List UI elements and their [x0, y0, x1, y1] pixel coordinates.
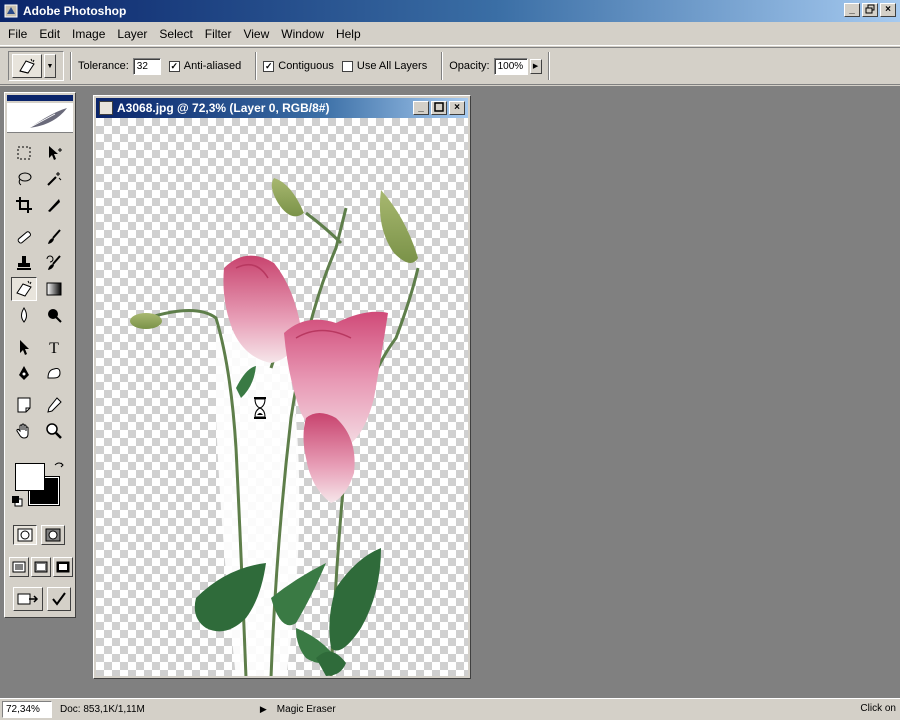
checkmark-icon [52, 592, 66, 606]
divider [441, 52, 444, 80]
custom-shape-tool-icon[interactable] [41, 361, 67, 385]
anti-aliased-label: Anti-aliased [183, 60, 242, 72]
image-canvas[interactable] [96, 118, 468, 676]
divider [547, 52, 550, 80]
document-title-bar[interactable]: A3068.jpg @ 72,3% (Layer 0, RGB/8#) _ × [96, 98, 468, 118]
status-menu-arrow-icon[interactable]: ▶ [260, 704, 267, 715]
tool-preset-picker[interactable]: ▼ [8, 51, 64, 81]
quick-mask-icon [45, 528, 61, 542]
history-brush-tool-icon[interactable] [41, 251, 67, 275]
zoom-tool-icon[interactable] [41, 419, 67, 443]
gradient-tool-icon[interactable] [41, 277, 67, 301]
magic-eraser-preset-icon[interactable] [12, 54, 42, 78]
healing-brush-tool-icon[interactable] [11, 225, 37, 249]
full-screen-mode-button[interactable] [53, 557, 73, 577]
menu-edit[interactable]: Edit [33, 27, 66, 41]
menu-help[interactable]: Help [330, 27, 367, 41]
clone-stamp-tool-icon[interactable] [11, 251, 37, 275]
foreground-color-swatch[interactable] [15, 463, 45, 491]
check-icon-button[interactable] [47, 587, 71, 611]
document-title: A3068.jpg @ 72,3% (Layer 0, RGB/8#) [117, 101, 330, 115]
document-window: A3068.jpg @ 72,3% (Layer 0, RGB/8#) _ × [93, 95, 471, 679]
path-selection-tool-icon[interactable] [11, 335, 37, 359]
maximize-icon [434, 102, 444, 112]
slice-tool-icon[interactable] [41, 193, 67, 217]
notes-tool-icon[interactable] [11, 393, 37, 417]
doc-close-button[interactable]: × [449, 101, 465, 115]
crop-tool-icon[interactable] [11, 193, 37, 217]
document-icon [99, 101, 113, 115]
brush-tool-icon[interactable] [41, 225, 67, 249]
magic-eraser-tool-icon[interactable] [11, 277, 37, 301]
hourglass-cursor-icon [252, 396, 268, 423]
use-all-layers-checkbox[interactable]: Use All Layers [341, 60, 428, 72]
document-size-info: Doc: 853,1K/1,11M [60, 704, 145, 715]
screen-mode-icon [12, 561, 26, 573]
move-tool-icon[interactable] [41, 141, 67, 165]
type-tool-icon[interactable]: T [41, 335, 67, 359]
app-title-bar: Adobe Photoshop _ × [0, 0, 900, 22]
current-tool-name: Magic Eraser [276, 704, 336, 715]
default-colors-icon[interactable] [11, 495, 23, 510]
opacity-label: Opacity: [449, 60, 490, 72]
tolerance-input[interactable]: 32 [132, 57, 161, 75]
contiguous-label: Contiguous [278, 60, 334, 72]
doc-minimize-button[interactable]: _ [413, 101, 429, 115]
divider [70, 52, 72, 80]
toolbox-header[interactable] [7, 95, 73, 101]
menu-filter[interactable]: Filter [199, 27, 238, 41]
swap-colors-icon[interactable] [53, 461, 65, 476]
opacity-slider-button[interactable]: ▶ [529, 58, 542, 74]
opacity-input[interactable]: 100% [493, 57, 528, 75]
minimize-button[interactable]: _ [844, 3, 860, 17]
jump-to-imageready-button[interactable] [13, 587, 43, 611]
eyedropper-tool-icon[interactable] [41, 393, 67, 417]
pen-tool-icon[interactable] [11, 361, 37, 385]
magic-wand-tool-icon[interactable] [41, 167, 67, 191]
divider [255, 52, 258, 80]
imageready-icon [17, 593, 39, 605]
status-hint: Click on [860, 703, 896, 714]
menu-layer[interactable]: Layer [111, 27, 153, 41]
zoom-level-input[interactable]: 72,34% [2, 701, 52, 718]
screen-mode-icon [56, 561, 70, 573]
standard-mode-icon [17, 528, 33, 542]
contiguous-check-icon[interactable]: ✓ [263, 60, 275, 72]
use-all-layers-label: Use All Layers [356, 60, 428, 72]
use-all-layers-check-icon[interactable] [341, 60, 353, 72]
restore-button[interactable] [862, 3, 878, 17]
full-screen-menu-mode-button[interactable] [31, 557, 51, 577]
standard-screen-mode-button[interactable] [9, 557, 29, 577]
menu-file[interactable]: File [2, 27, 33, 41]
photoshop-app-icon [3, 3, 19, 19]
menu-view[interactable]: View [237, 27, 275, 41]
doc-maximize-button[interactable] [431, 101, 447, 115]
restore-icon [865, 4, 875, 14]
preset-dropdown-arrow[interactable]: ▼ [44, 54, 56, 78]
marquee-tool-icon[interactable] [11, 141, 37, 165]
dodge-tool-icon[interactable] [41, 303, 67, 327]
standard-mode-button[interactable] [13, 525, 37, 545]
options-bar: ▼ Tolerance: 32 ✓ Anti-aliased ✓ Contigu… [0, 47, 900, 85]
adobe-feather-logo[interactable] [7, 103, 73, 133]
toolbox: T [4, 92, 76, 618]
contiguous-checkbox[interactable]: ✓ Contiguous [263, 60, 334, 72]
menu-select[interactable]: Select [153, 27, 198, 41]
anti-aliased-checkbox[interactable]: ✓ Anti-aliased [168, 60, 242, 72]
quick-mask-button[interactable] [41, 525, 65, 545]
blur-tool-icon[interactable] [11, 303, 37, 327]
lasso-tool-icon[interactable] [11, 167, 37, 191]
screen-mode-icon [34, 561, 48, 573]
tolerance-label: Tolerance: [78, 60, 129, 72]
close-button[interactable]: × [880, 3, 896, 17]
svg-text:T: T [49, 340, 59, 356]
menu-bar: File Edit Image Layer Select Filter View… [0, 22, 900, 46]
hand-tool-icon[interactable] [11, 419, 37, 443]
lisianthus-flower-image [130, 178, 420, 676]
status-bar: 72,34% Doc: 853,1K/1,11M ▶ Magic Eraser … [0, 698, 900, 720]
menu-window[interactable]: Window [275, 27, 330, 41]
anti-aliased-check-icon[interactable]: ✓ [168, 60, 180, 72]
app-title: Adobe Photoshop [23, 4, 127, 18]
menu-image[interactable]: Image [66, 27, 111, 41]
